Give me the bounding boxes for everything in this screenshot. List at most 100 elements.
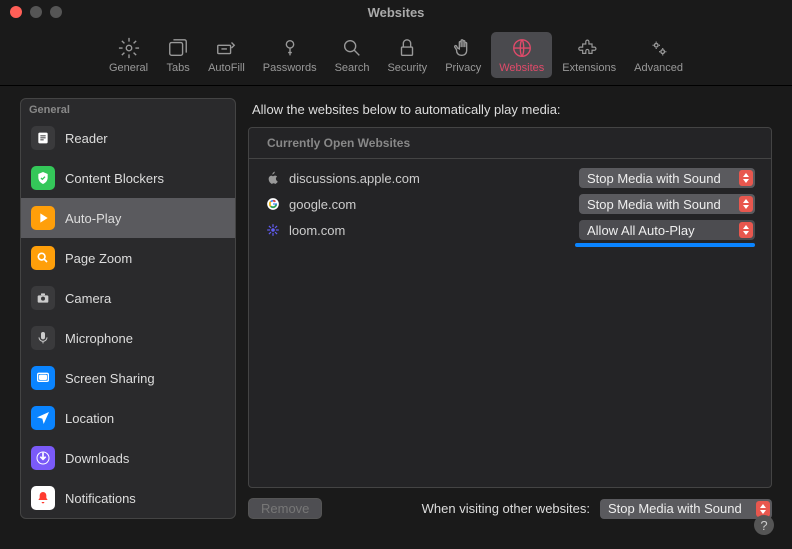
maximize-window-button[interactable] <box>50 6 62 18</box>
sidebar-item-microphone[interactable]: Microphone <box>21 318 235 358</box>
highlight-underline <box>575 243 755 247</box>
site-row[interactable]: discussions.apple.com Stop Media with So… <box>259 165 761 191</box>
toolbar-advanced[interactable]: Advanced <box>626 32 691 78</box>
main-panel: Allow the websites below to automaticall… <box>248 98 772 519</box>
camera-icon <box>31 286 55 310</box>
toolbar-privacy[interactable]: Privacy <box>437 32 489 78</box>
default-autoplay-dropdown[interactable]: Stop Media with Sound <box>600 499 772 519</box>
site-name: discussions.apple.com <box>289 171 571 186</box>
sidebar-item-label: Location <box>65 411 114 426</box>
sidebar-item-reader[interactable]: Reader <box>21 118 235 158</box>
toolbar-label: Security <box>387 62 427 74</box>
toolbar-label: Extensions <box>562 62 616 74</box>
chevron-updown-icon <box>739 196 753 212</box>
site-row[interactable]: google.com Stop Media with Sound <box>259 191 761 217</box>
sidebar: General Reader Content Blockers Auto-Pla… <box>20 98 236 519</box>
play-icon <box>31 206 55 230</box>
toolbar-label: General <box>109 62 148 74</box>
location-icon <box>31 406 55 430</box>
help-button[interactable]: ? <box>754 515 774 535</box>
sidebar-item-notifications[interactable]: Notifications <box>21 478 235 518</box>
key-icon <box>278 36 302 60</box>
toolbar-label: Tabs <box>166 62 189 74</box>
hand-icon <box>451 36 475 60</box>
site-row[interactable]: loom.com Allow All Auto-Play <box>259 217 761 243</box>
autoplay-dropdown[interactable]: Allow All Auto-Play <box>579 220 755 240</box>
sidebar-item-label: Auto-Play <box>65 211 121 226</box>
toolbar-general[interactable]: General <box>101 32 156 78</box>
sidebar-item-label: Content Blockers <box>65 171 164 186</box>
sidebar-item-label: Screen Sharing <box>65 371 155 386</box>
search-icon <box>340 36 364 60</box>
toolbar-autofill[interactable]: AutoFill <box>200 32 253 78</box>
chevron-updown-icon <box>739 222 753 238</box>
site-name: loom.com <box>289 223 571 238</box>
sidebar-item-camera[interactable]: Camera <box>21 278 235 318</box>
content-area: General Reader Content Blockers Auto-Pla… <box>0 86 792 539</box>
autoplay-dropdown[interactable]: Stop Media with Sound <box>579 194 755 214</box>
sidebar-item-label: Page Zoom <box>65 251 132 266</box>
site-name: google.com <box>289 197 571 212</box>
bell-icon <box>31 486 55 510</box>
toolbar-label: Advanced <box>634 62 683 74</box>
tabs-icon <box>166 36 190 60</box>
microphone-icon <box>31 326 55 350</box>
autofill-icon <box>214 36 238 60</box>
puzzle-icon <box>577 36 601 60</box>
chevron-updown-icon <box>739 170 753 186</box>
sidebar-item-screen-sharing[interactable]: Screen Sharing <box>21 358 235 398</box>
titlebar: Websites <box>0 0 792 24</box>
download-icon <box>31 446 55 470</box>
google-icon <box>265 196 281 212</box>
preferences-toolbar: General Tabs AutoFill Passwords Search S… <box>0 24 792 86</box>
sidebar-item-location[interactable]: Location <box>21 398 235 438</box>
toolbar-label: Websites <box>499 62 544 74</box>
sidebar-item-label: Microphone <box>65 331 133 346</box>
toolbar-security[interactable]: Security <box>379 32 435 78</box>
globe-icon <box>510 36 534 60</box>
autoplay-dropdown[interactable]: Stop Media with Sound <box>579 168 755 188</box>
toolbar-tabs[interactable]: Tabs <box>158 32 198 78</box>
minimize-window-button[interactable] <box>30 6 42 18</box>
lock-icon <box>395 36 419 60</box>
sidebar-item-label: Camera <box>65 291 111 306</box>
gear-icon <box>117 36 141 60</box>
toolbar-label: Search <box>335 62 370 74</box>
footer-label: When visiting other websites: <box>332 501 590 516</box>
sidebar-item-label: Downloads <box>65 451 129 466</box>
toolbar-extensions[interactable]: Extensions <box>554 32 624 78</box>
toolbar-label: Passwords <box>263 62 317 74</box>
list-title: Currently Open Websites <box>249 128 771 159</box>
dropdown-value: Stop Media with Sound <box>587 197 721 212</box>
toolbar-passwords[interactable]: Passwords <box>255 32 325 78</box>
dropdown-value: Stop Media with Sound <box>608 501 742 516</box>
dropdown-value: Allow All Auto-Play <box>587 223 695 238</box>
remove-button[interactable]: Remove <box>248 498 322 519</box>
sidebar-item-page-zoom[interactable]: Page Zoom <box>21 238 235 278</box>
toolbar-search[interactable]: Search <box>327 32 378 78</box>
close-window-button[interactable] <box>10 6 22 18</box>
apple-icon <box>265 170 281 186</box>
window-title: Websites <box>368 5 425 20</box>
sidebar-group-header: General <box>21 99 235 118</box>
footer-row: Remove When visiting other websites: Sto… <box>248 488 772 519</box>
sidebar-item-downloads[interactable]: Downloads <box>21 438 235 478</box>
toolbar-label: AutoFill <box>208 62 245 74</box>
screen-sharing-icon <box>31 366 55 390</box>
toolbar-websites[interactable]: Websites <box>491 32 552 78</box>
toolbar-label: Privacy <box>445 62 481 74</box>
gears-icon <box>647 36 671 60</box>
site-list: discussions.apple.com Stop Media with So… <box>249 159 771 487</box>
loom-icon <box>265 222 281 238</box>
websites-box: Currently Open Websites discussions.appl… <box>248 127 772 488</box>
sidebar-item-label: Reader <box>65 131 108 146</box>
reader-icon <box>31 126 55 150</box>
traffic-lights <box>10 6 62 18</box>
dropdown-value: Stop Media with Sound <box>587 171 721 186</box>
sidebar-item-label: Notifications <box>65 491 136 506</box>
zoom-icon <box>31 246 55 270</box>
main-header: Allow the websites below to automaticall… <box>248 98 772 127</box>
shield-icon <box>31 166 55 190</box>
sidebar-item-content-blockers[interactable]: Content Blockers <box>21 158 235 198</box>
sidebar-item-auto-play[interactable]: Auto-Play <box>21 198 235 238</box>
